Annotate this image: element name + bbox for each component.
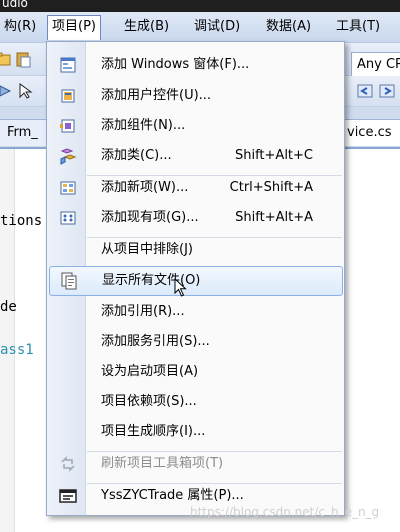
menu-item-label: 添加组件(N)... — [101, 118, 186, 133]
tab-service-cs[interactable]: vice.cs — [336, 119, 400, 146]
menu-item-project-build-order[interactable]: 项目生成顺序(I)... — [48, 418, 343, 446]
paste-icon[interactable] — [14, 50, 32, 68]
add-class-icon — [60, 148, 77, 165]
menu-item-label: 添加服务引用(S)... — [101, 334, 210, 349]
menu-item-add-component[interactable]: 添加组件(N)... — [48, 112, 343, 140]
menu-item-label: 添加类(C)... — [101, 148, 172, 163]
menu-item-exclude-from-project[interactable]: 从项目中排除(J) — [48, 236, 343, 264]
menu-item-label: 设为启动项目(A) — [101, 364, 199, 379]
open-file-icon[interactable] — [0, 50, 12, 68]
code-line: de — [0, 299, 17, 315]
add-windows-form-icon — [60, 57, 76, 73]
menu-item-label: 添加用户控件(U)... — [101, 88, 212, 103]
back-icon[interactable] — [356, 82, 374, 100]
code-line: ass1 — [0, 342, 34, 358]
add-user-control-icon — [61, 89, 75, 103]
menu-item-refresh-toolbox[interactable]: 刷新项目工具箱项(T) — [48, 450, 343, 478]
editor-gutter — [0, 149, 15, 532]
menu-bar: 构(R) 项目(P) 生成(B) 调试(D) 数据(A) 工具(T) — [0, 12, 400, 43]
menu-project[interactable]: 项目(P) — [47, 15, 101, 40]
menu-item-add-existing-item[interactable]: 添加现有项(G)... Shift+Alt+A — [48, 204, 343, 232]
menu-item-label: 项目依赖项(S)... — [101, 394, 197, 409]
mouse-cursor-icon — [174, 278, 187, 297]
menu-item-shortcut: Ctrl+Shift+A — [229, 180, 313, 195]
solution-platform-combo[interactable]: Any CPU — [351, 52, 400, 78]
menu-item-set-as-startup-project[interactable]: 设为启动项目(A) — [48, 358, 343, 386]
menu-build[interactable]: 生成(B) — [120, 16, 173, 38]
menu-item-show-all-files[interactable]: 显示所有文件(O) — [49, 266, 343, 297]
watermark: https://blog.csdn.net/c_h_e_n_g — [190, 505, 380, 519]
align-icon[interactable] — [0, 82, 14, 100]
menu-tools[interactable]: 工具(T) — [332, 16, 384, 38]
menu-item-label: 添加引用(R)... — [101, 304, 185, 319]
window-title-bar: udio — [0, 0, 400, 12]
pointer-icon[interactable] — [16, 82, 34, 100]
show-all-files-icon — [61, 272, 77, 290]
menu-item-label: 刷新项目工具箱项(T) — [101, 456, 224, 471]
add-component-icon — [60, 119, 75, 133]
menu-item-add-user-control[interactable]: 添加用户控件(U)... — [48, 82, 343, 110]
menu-item-project-dependencies[interactable]: 项目依赖项(S)... — [48, 388, 343, 416]
menu-refactor[interactable]: 构(R) — [0, 16, 40, 38]
add-existing-item-icon — [60, 211, 76, 225]
menu-item-add-class[interactable]: 添加类(C)... Shift+Alt+C — [48, 142, 343, 170]
menu-item-label: 添加新项(W)... — [101, 180, 189, 195]
code-line: tions — [0, 213, 43, 229]
add-new-item-icon — [60, 181, 76, 195]
menu-item-label: 添加现有项(G)... — [101, 210, 199, 225]
menu-item-add-new-item[interactable]: 添加新项(W)... Ctrl+Shift+A — [48, 174, 343, 202]
menu-item-add-windows-form[interactable]: 添加 Windows 窗体(F)... — [48, 51, 343, 79]
menu-item-label: 项目生成顺序(I)... — [101, 424, 206, 439]
menu-debug[interactable]: 调试(D) — [190, 16, 244, 38]
menu-item-shortcut: Shift+Alt+A — [235, 210, 313, 225]
forward-icon[interactable] — [378, 82, 396, 100]
tab-frm[interactable]: Frm_ — [0, 119, 49, 146]
window-title: udio — [2, 0, 28, 10]
menu-item-label: 添加 Windows 窗体(F)... — [101, 57, 250, 72]
refresh-toolbox-icon — [61, 456, 75, 472]
menu-item-shortcut: Shift+Alt+C — [234, 148, 313, 163]
properties-icon — [59, 489, 77, 503]
menu-data[interactable]: 数据(A) — [262, 16, 315, 38]
menu-item-add-reference[interactable]: 添加引用(R)... — [48, 298, 343, 326]
menu-item-add-service-reference[interactable]: 添加服务引用(S)... — [48, 328, 343, 356]
project-menu-dropdown: 添加 Windows 窗体(F)... 添加用户控件(U)... 添加组件(N)… — [46, 41, 345, 516]
menu-item-label: 从项目中排除(J) — [101, 242, 193, 257]
